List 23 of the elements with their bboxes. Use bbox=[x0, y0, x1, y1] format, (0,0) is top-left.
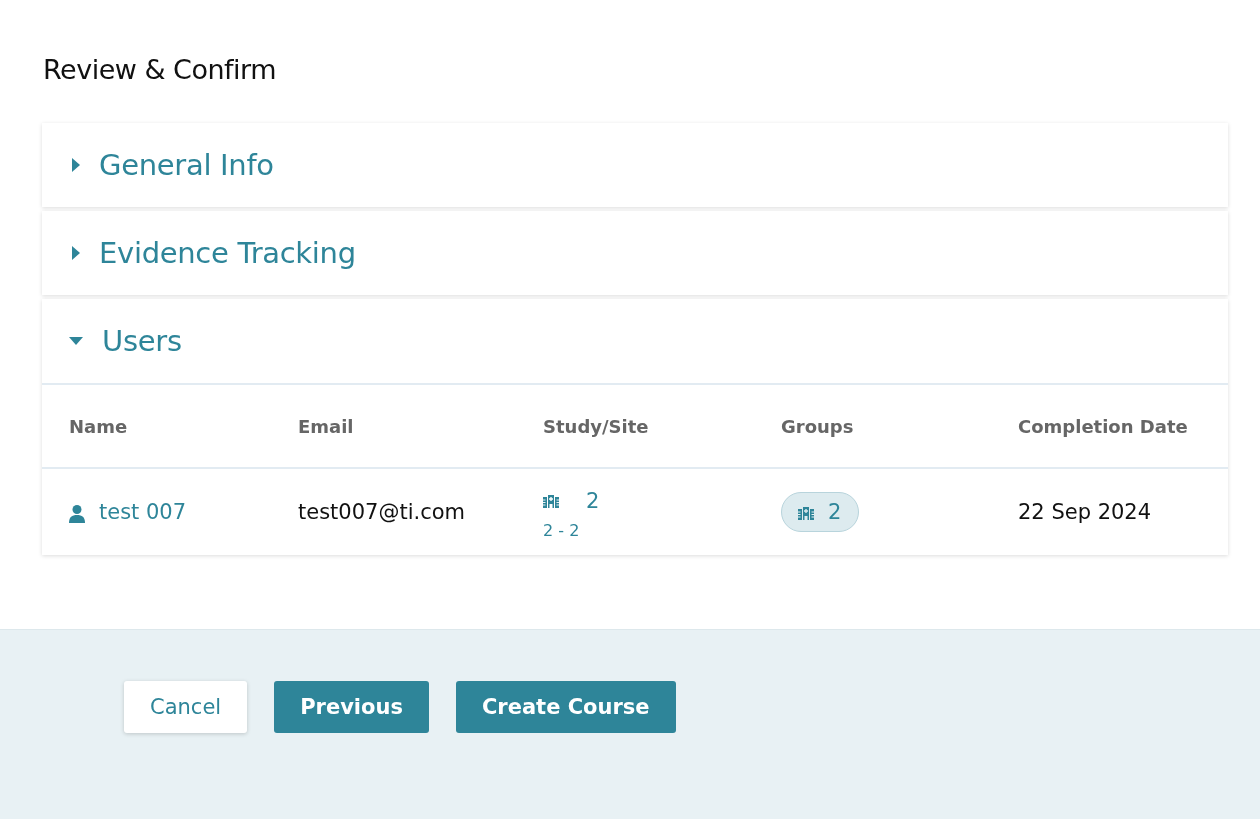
column-header: Study/Site bbox=[543, 415, 650, 437]
hospital-icon bbox=[543, 492, 560, 509]
column-header: Name bbox=[69, 415, 129, 437]
user-link[interactable]: test 007 bbox=[99, 500, 187, 524]
caret-down-icon bbox=[69, 336, 84, 346]
section-header[interactable]: Users bbox=[42, 299, 1228, 383]
table-cell: 22 Sep 2024 bbox=[1018, 500, 1152, 524]
section-header[interactable]: Evidence Tracking bbox=[42, 211, 1228, 295]
user-icon bbox=[69, 505, 87, 525]
column-header: Email bbox=[298, 415, 355, 437]
caret-right-icon bbox=[72, 245, 81, 261]
page-title: Review & Confirm bbox=[43, 54, 277, 85]
section-header[interactable]: General Info bbox=[42, 123, 1228, 207]
primary-button[interactable]: Previous bbox=[274, 681, 429, 733]
groups-pill[interactable]: 2 bbox=[781, 492, 860, 532]
study-count: 2 bbox=[586, 488, 600, 513]
column-header: Groups bbox=[781, 415, 855, 437]
table-cell: test007@ti.com bbox=[298, 500, 465, 524]
column-header: Completion Date bbox=[1018, 415, 1189, 437]
caret-right-icon bbox=[72, 157, 81, 173]
study-range: 2 - 2 bbox=[543, 520, 580, 540]
primary-button[interactable]: Create Course bbox=[455, 681, 676, 733]
cancel-button[interactable]: Cancel bbox=[124, 681, 248, 733]
